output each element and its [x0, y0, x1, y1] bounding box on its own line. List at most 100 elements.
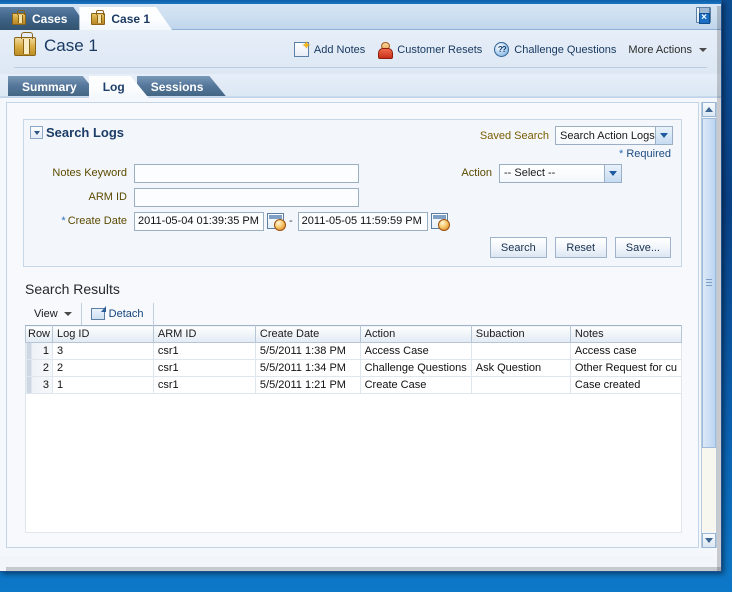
- save-search-button[interactable]: Save...: [614, 237, 671, 258]
- column-header-action[interactable]: Action: [359, 325, 472, 343]
- scrollbar-thumb[interactable]: [702, 118, 716, 448]
- results-empty-area: [25, 394, 682, 533]
- action-row: Action -- Select --: [444, 162, 622, 184]
- content-area: Search Logs Saved Search Search Action L…: [0, 98, 721, 556]
- create-date-from-input[interactable]: [134, 211, 264, 231]
- table-row[interactable]: 2 2 csr1 5/5/2011 1:34 PM Challenge Ques…: [24, 359, 683, 377]
- screen: Cases Case 1 Case 1: [0, 0, 732, 592]
- required-label: Required: [626, 148, 671, 160]
- search-results-title: Search Results: [25, 281, 120, 297]
- top-tab-case-1[interactable]: Case 1: [79, 7, 172, 30]
- challenge-questions-label: Challenge Questions: [514, 43, 617, 56]
- toolbar-separator: [152, 303, 154, 325]
- sub-tabs: Summary Log Sessions: [0, 74, 721, 98]
- challenge-questions-icon: [494, 42, 510, 57]
- cell-action: Access Case: [359, 342, 472, 360]
- challenge-questions-button[interactable]: Challenge Questions: [494, 42, 616, 57]
- reset-button[interactable]: Reset: [554, 237, 607, 258]
- add-notes-label: Add Notes: [313, 43, 366, 56]
- search-panel-header: Search Logs Saved Search Search Action L…: [24, 120, 681, 160]
- table-row[interactable]: 1 3 csr1 5/5/2011 1:38 PM Access Case Ac…: [24, 342, 683, 360]
- tab-sessions-label: Sessions: [150, 80, 204, 94]
- chevron-down-icon: [705, 538, 713, 543]
- more-actions-menu[interactable]: More Actions: [628, 44, 707, 56]
- notes-keyword-label: Notes Keyword: [52, 167, 127, 179]
- detach-icon: [90, 306, 106, 320]
- case-header: Case 1 Add Notes Customer Resets Challen…: [0, 30, 721, 74]
- header-divider: [14, 67, 707, 68]
- cell-row-number: 2: [24, 359, 54, 377]
- search-panel-title: Search Logs: [46, 125, 125, 140]
- detach-button[interactable]: Detach: [82, 303, 153, 325]
- more-actions-label: More Actions: [628, 43, 692, 56]
- cell-arm-id: csr1: [152, 342, 256, 360]
- scroll-down-button[interactable]: [702, 533, 716, 548]
- top-tabs: Cases Case 1: [0, 4, 162, 30]
- window-shadow-bottom: [6, 567, 721, 571]
- chevron-down-icon: [655, 127, 672, 144]
- cell-action: Create Case: [359, 376, 472, 394]
- cell-row-number: 1: [24, 342, 54, 360]
- cell-create-date: 5/5/2011 1:34 PM: [254, 359, 361, 377]
- column-header-log-id[interactable]: Log ID: [52, 325, 154, 343]
- date-range-separator: -: [289, 215, 293, 227]
- chevron-down-icon: [699, 47, 707, 52]
- save-and-close-button[interactable]: [693, 4, 713, 25]
- calendar-picker-icon[interactable]: [267, 213, 286, 231]
- case-actions-toolbar: Add Notes Customer Resets Challenge Ques…: [293, 39, 707, 59]
- scroll-up-button[interactable]: [702, 102, 716, 117]
- cell-subaction: [470, 342, 571, 360]
- tab-sessions[interactable]: Sessions: [137, 76, 228, 98]
- required-note: * Required: [619, 148, 671, 160]
- column-header-row[interactable]: Row: [24, 325, 54, 343]
- create-date-label-text: Create Date: [67, 215, 127, 227]
- add-notes-button[interactable]: Add Notes: [293, 39, 366, 57]
- add-note-icon: [293, 39, 311, 57]
- scrollbar-grip: [706, 279, 712, 287]
- calendar-picker-icon[interactable]: [430, 213, 450, 231]
- action-label: Action: [461, 167, 492, 179]
- column-header-notes[interactable]: Notes: [569, 325, 683, 343]
- search-button[interactable]: Search: [489, 237, 547, 258]
- tab-summary[interactable]: Summary: [8, 76, 101, 98]
- arm-id-row: ARM ID: [34, 186, 448, 208]
- vertical-scrollbar[interactable]: [701, 102, 717, 548]
- scrollbar-track[interactable]: [702, 448, 716, 532]
- create-date-to-input[interactable]: [297, 211, 428, 231]
- column-header-subaction[interactable]: Subaction: [470, 325, 571, 343]
- case-title-group: Case 1: [14, 31, 98, 56]
- cell-notes: Case created: [569, 376, 683, 394]
- arm-id-label: ARM ID: [88, 191, 128, 203]
- chevron-down-icon[interactable]: [30, 126, 43, 139]
- column-header-arm-id[interactable]: ARM ID: [152, 325, 256, 343]
- column-header-create-date[interactable]: Create Date: [254, 325, 361, 343]
- sub-tab-strip: Summary Log Sessions: [0, 74, 721, 98]
- customer-resets-button[interactable]: Customer Resets: [377, 42, 482, 59]
- page-title: Case 1: [44, 36, 98, 55]
- person-icon: [377, 42, 394, 59]
- view-menu-label: View: [34, 308, 58, 320]
- cell-log-id: 3: [52, 342, 154, 360]
- table-row[interactable]: 3 1 csr1 5/5/2011 1:21 PM Create Case Ca…: [24, 376, 683, 394]
- action-select[interactable]: -- Select --: [499, 163, 622, 183]
- detach-label: Detach: [108, 308, 144, 320]
- notes-keyword-input[interactable]: [134, 163, 359, 183]
- view-menu[interactable]: View: [25, 303, 81, 325]
- case-icon: [91, 13, 105, 25]
- saved-search-group: Saved Search Search Action Logs: [480, 126, 673, 145]
- required-star: *: [619, 148, 624, 160]
- window-shadow-right: [717, 6, 721, 571]
- results-table: Row Log ID ARM ID Create Date Action Sub…: [24, 325, 683, 394]
- tab-log-label: Log: [102, 80, 125, 94]
- save-and-close-icon: [695, 6, 711, 24]
- cell-action: Challenge Questions: [359, 359, 472, 377]
- action-select-value: -- Select --: [504, 167, 556, 179]
- top-tab-case-1-label: Case 1: [111, 11, 151, 26]
- cell-log-id: 2: [52, 359, 154, 377]
- cell-arm-id: csr1: [152, 376, 256, 394]
- cell-create-date: 5/5/2011 1:21 PM: [254, 376, 361, 394]
- arm-id-input[interactable]: [134, 187, 359, 207]
- top-tab-strip: Cases Case 1: [0, 0, 721, 30]
- top-tab-cases[interactable]: Cases: [0, 7, 89, 30]
- saved-search-select[interactable]: Search Action Logs: [555, 126, 673, 145]
